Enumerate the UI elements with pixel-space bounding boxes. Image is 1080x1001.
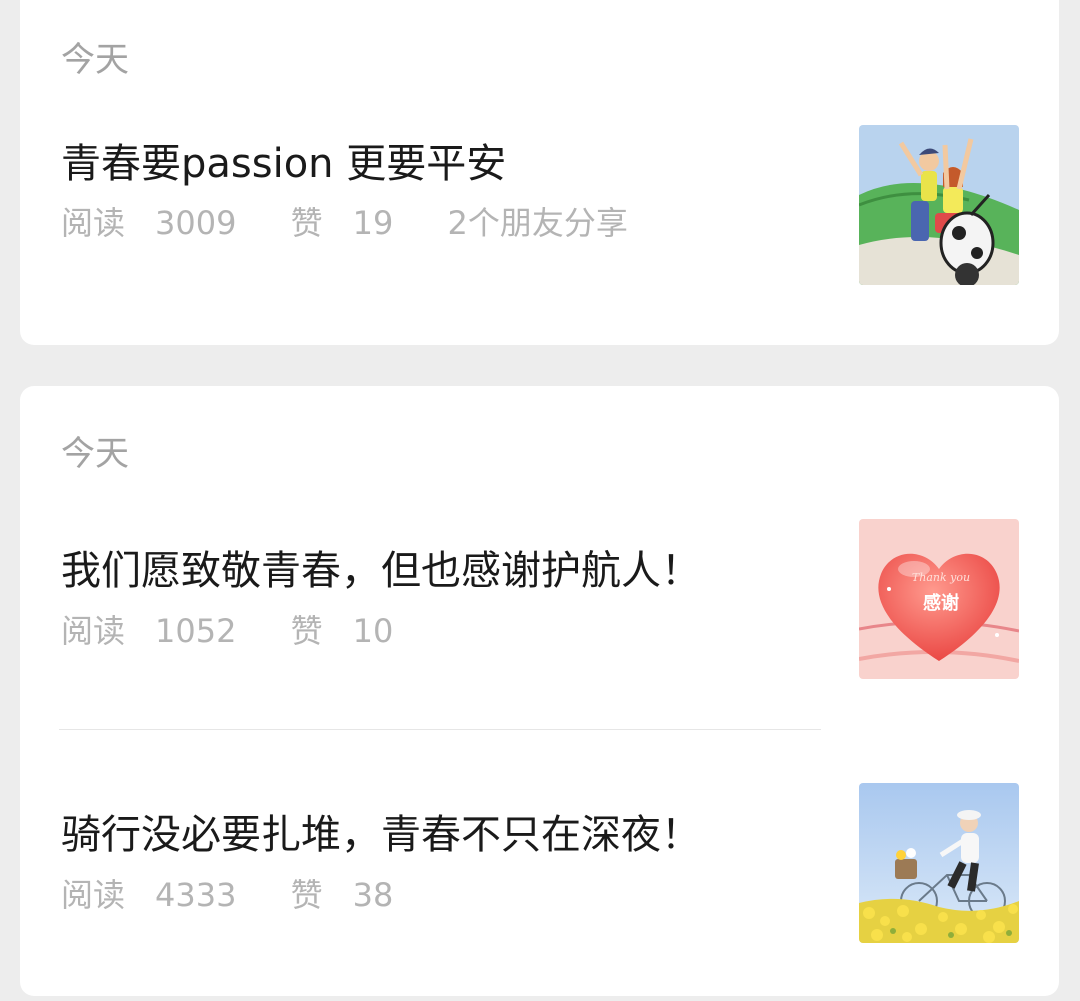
article-title[interactable]: 青春要passion 更要平安 (61, 139, 506, 189)
article-thumbnail[interactable] (859, 125, 1019, 285)
date-label: 今天 (61, 434, 129, 474)
like-stat: 赞 38 (290, 876, 394, 914)
share-stat: 2个朋友分享 (447, 204, 628, 242)
read-stat: 阅读 4333 (61, 876, 237, 914)
read-stat: 阅读 1052 (61, 612, 237, 650)
read-stat: 阅读 3009 (61, 204, 237, 242)
article-meta: 阅读 1052 赞 10 (61, 611, 437, 651)
article-card: 今天 我们愿致敬青春，但也感谢护航人！ 阅读 1052 赞 10 Thank yo (20, 386, 1059, 996)
article-title[interactable]: 我们愿致敬青春，但也感谢护航人！ (61, 546, 701, 596)
heart-thumbnail-image: Thank you 感谢 (859, 519, 1019, 679)
article-card: 今天 青春要passion 更要平安 阅读 3009 赞 19 2个朋友分享 (20, 0, 1059, 345)
thumbnail-caption-text: 感谢 (923, 592, 959, 614)
thumbnail-script-text: Thank you (912, 571, 970, 584)
article-item[interactable]: 我们愿致敬青春，但也感谢护航人！ 阅读 1052 赞 10 Thank you 感 (20, 519, 1059, 719)
date-label: 今天 (61, 40, 129, 80)
article-thumbnail[interactable]: Thank you 感谢 (859, 519, 1019, 679)
article-meta: 阅读 3009 赞 19 2个朋友分享 (61, 203, 650, 243)
article-title[interactable]: 骑行没必要扎堆，青春不只在深夜！ (61, 810, 701, 860)
cycling-thumbnail-image (859, 783, 1019, 943)
like-stat: 赞 19 (290, 204, 394, 242)
cartoon-couple-thumbnail-image (859, 125, 1019, 285)
article-item[interactable]: 青春要passion 更要平安 阅读 3009 赞 19 2个朋友分享 (20, 125, 1059, 325)
article-thumbnail[interactable] (859, 783, 1019, 943)
article-meta: 阅读 4333 赞 38 (61, 875, 437, 915)
article-item[interactable]: 骑行没必要扎堆，青春不只在深夜！ 阅读 4333 赞 38 (20, 783, 1059, 983)
like-stat: 赞 10 (290, 612, 394, 650)
divider (59, 729, 821, 730)
